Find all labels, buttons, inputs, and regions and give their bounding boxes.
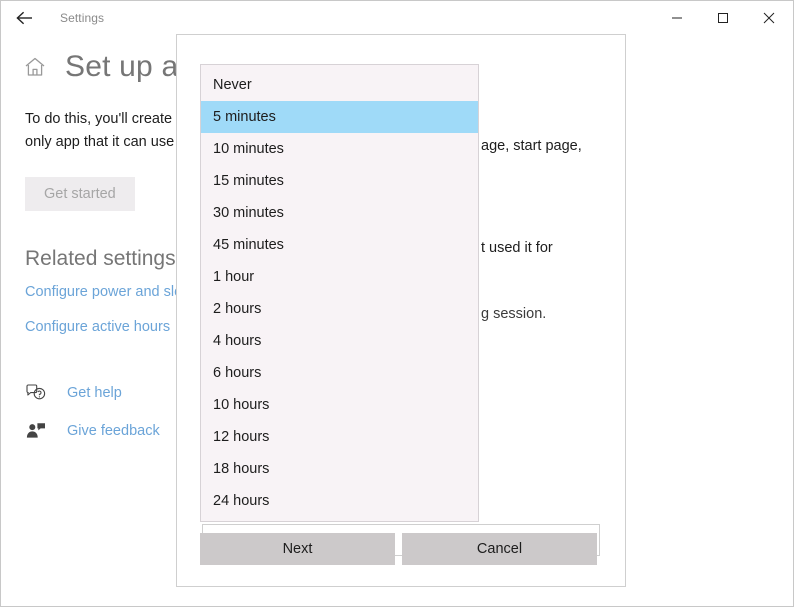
dropdown-item[interactable]: 1 hour (201, 261, 478, 293)
settings-window: Settings Set up a k To do this, you'll c… (0, 0, 794, 607)
close-icon (763, 12, 775, 24)
close-button[interactable] (746, 2, 792, 33)
dialog-text-fragment-2: t used it for (481, 240, 553, 256)
dropdown-item[interactable]: 24 hours (201, 485, 478, 517)
dropdown-item[interactable]: 12 hours (201, 421, 478, 453)
get-started-button[interactable]: Get started (25, 177, 135, 211)
back-button[interactable] (2, 2, 48, 33)
dropdown-item[interactable]: 45 minutes (201, 229, 478, 261)
dialog-text-fragment-3: g session. (481, 306, 547, 322)
maximize-icon (717, 12, 729, 24)
dropdown-item[interactable]: 4 hours (201, 325, 478, 357)
dropdown-item[interactable]: 10 hours (201, 389, 478, 421)
help-chat-icon (25, 382, 47, 404)
minimize-icon (671, 12, 683, 24)
timeout-dropdown-list[interactable]: Never 5 minutes 10 minutes 15 minutes 30 min… (200, 64, 479, 522)
get-help-link[interactable]: Get help (67, 385, 122, 401)
dropdown-item[interactable]: 6 hours (201, 357, 478, 389)
dialog-text-fragment-1: age, start page, (481, 138, 582, 154)
dialog-button-row: Next Cancel (200, 533, 597, 565)
give-feedback-link[interactable]: Give feedback (67, 423, 160, 439)
dropdown-item[interactable]: 2 hours (201, 293, 478, 325)
dropdown-item[interactable]: 5 minutes (201, 101, 478, 133)
app-title: Settings (60, 10, 105, 25)
home-icon[interactable] (22, 54, 48, 80)
minimize-button[interactable] (654, 2, 700, 33)
cancel-button[interactable]: Cancel (402, 533, 597, 565)
dropdown-item[interactable]: 10 minutes (201, 133, 478, 165)
dropdown-item[interactable]: 30 minutes (201, 197, 478, 229)
title-bar: Settings (2, 2, 792, 33)
dropdown-item[interactable]: Never (201, 69, 478, 101)
dropdown-item[interactable]: 15 minutes (201, 165, 478, 197)
maximize-button[interactable] (700, 2, 746, 33)
feedback-person-icon (25, 420, 47, 442)
dropdown-item[interactable]: 18 hours (201, 453, 478, 485)
back-arrow-icon (16, 11, 34, 25)
caption-buttons (654, 2, 792, 33)
next-button[interactable]: Next (200, 533, 395, 565)
